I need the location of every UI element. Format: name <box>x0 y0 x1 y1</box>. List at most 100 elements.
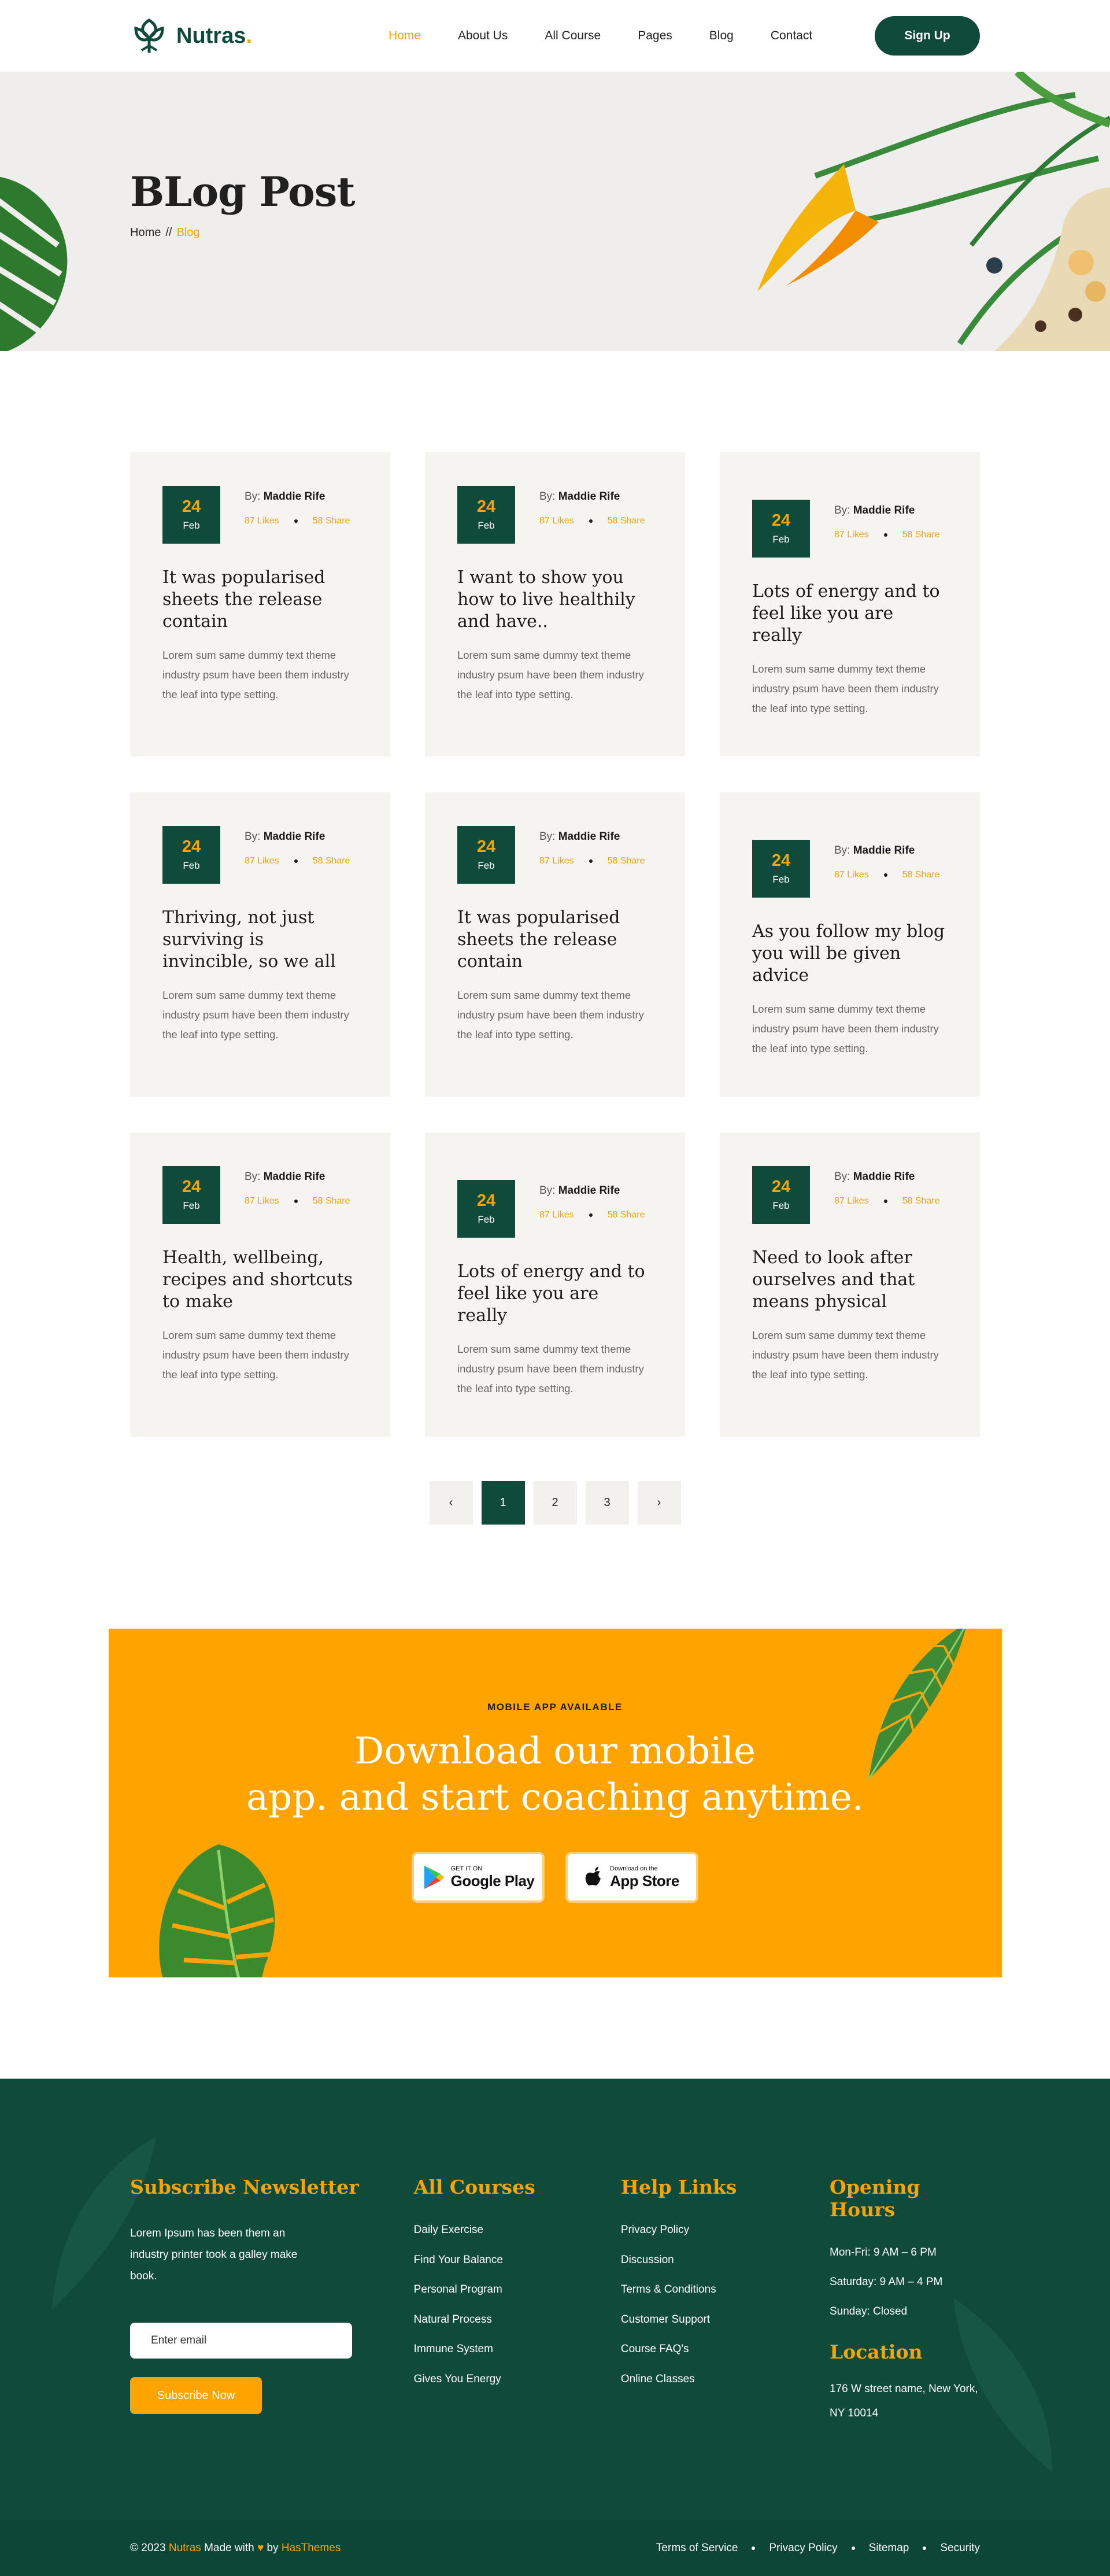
copyright-brand-link[interactable]: Nutras <box>169 2542 201 2554</box>
help-link[interactable]: Terms & Conditions <box>621 2283 830 2313</box>
post-title[interactable]: Thriving, not just surviving is invincib… <box>162 907 358 973</box>
author-name[interactable]: Maddie Rife <box>558 1184 620 1197</box>
author-name[interactable]: Maddie Rife <box>558 831 620 843</box>
blog-card[interactable]: 24 Feb By: Maddie Rife 87 Likes 58 Share H… <box>130 1132 390 1437</box>
course-link[interactable]: Daily Exercise <box>414 2224 621 2254</box>
apple-icon <box>585 1867 601 1885</box>
author-name[interactable]: Maddie Rife <box>853 504 915 516</box>
copyright: © 2023 Nutras Made with ♥ by HasThemes <box>130 2542 341 2555</box>
sitemap-link[interactable]: Sitemap <box>869 2542 909 2555</box>
breadcrumb: Home // Blog <box>130 226 980 239</box>
post-title[interactable]: Health, wellbeing, recipes and shortcuts… <box>162 1247 358 1313</box>
date-day: 24 <box>182 837 201 856</box>
author-name[interactable]: Maddie Rife <box>264 490 325 503</box>
author-name[interactable]: Maddie Rife <box>853 844 915 857</box>
breadcrumb-current: Blog <box>176 226 200 239</box>
nav-all-course[interactable]: All Course <box>545 29 601 43</box>
date-month: Feb <box>772 533 790 545</box>
terms-link[interactable]: Terms of Service <box>656 2542 738 2555</box>
breadcrumb-home[interactable]: Home <box>130 226 161 239</box>
subscribe-button[interactable]: Subscribe Now <box>130 2377 262 2414</box>
security-link[interactable]: Security <box>940 2542 980 2555</box>
post-title[interactable]: Lots of energy and to feel like you are … <box>457 1261 653 1327</box>
date-month: Feb <box>183 1200 200 1211</box>
course-link[interactable]: Personal Program <box>414 2283 621 2313</box>
course-link[interactable]: Find Your Balance <box>414 2254 621 2284</box>
likes-count: 87 Likes <box>834 870 869 880</box>
course-link[interactable]: Natural Process <box>414 2313 621 2344</box>
blog-card[interactable]: 24 Feb By: Maddie Rife 87 Likes 58 Share I… <box>425 792 685 1097</box>
blog-card[interactable]: 24 Feb By: Maddie Rife 87 Likes 58 Share A… <box>720 792 980 1097</box>
nav-blog[interactable]: Blog <box>709 29 734 43</box>
copyright-year: © 2023 <box>130 2542 166 2554</box>
author-line: By: Maddie Rife <box>245 490 350 503</box>
date-month: Feb <box>478 1213 495 1225</box>
course-link[interactable]: Gives You Energy <box>414 2373 621 2403</box>
nav-about-us[interactable]: About Us <box>458 29 508 43</box>
post-stats: 87 Likes 58 Share <box>539 516 645 526</box>
by-label: By: <box>834 1171 850 1183</box>
privacy-link[interactable]: Privacy Policy <box>769 2542 837 2555</box>
author-name[interactable]: Maddie Rife <box>264 1171 325 1183</box>
google-play-icon <box>424 1866 444 1889</box>
post-excerpt: Lorem sum same dummy text theme industry… <box>162 989 349 1040</box>
post-excerpt: Lorem sum same dummy text theme industry… <box>457 1343 644 1394</box>
post-title[interactable]: It was popularised sheets the release co… <box>457 907 653 973</box>
email-input[interactable]: Enter email <box>130 2323 352 2359</box>
heart-icon: ♥ <box>257 2542 264 2554</box>
author-name[interactable]: Maddie Rife <box>558 490 620 503</box>
share-count: 58 Share <box>312 516 350 526</box>
blog-card[interactable]: 24 Feb By: Maddie Rife 87 Likes 58 Share I… <box>425 452 685 756</box>
post-title[interactable]: It was popularised sheets the release co… <box>162 567 358 633</box>
nav-contact[interactable]: Contact <box>771 29 812 43</box>
help-link[interactable]: Discussion <box>621 2254 830 2284</box>
post-stats: 87 Likes 58 Share <box>539 856 645 866</box>
sign-up-button[interactable]: Sign Up <box>875 16 980 56</box>
prev-page-button[interactable]: ‹ <box>429 1481 473 1525</box>
date-month: Feb <box>772 873 790 885</box>
next-page-button[interactable]: › <box>637 1481 681 1525</box>
author-name[interactable]: Maddie Rife <box>264 831 325 843</box>
date-day: 24 <box>182 1177 201 1196</box>
nav-pages[interactable]: Pages <box>638 29 672 43</box>
nav-home[interactable]: Home <box>388 29 421 43</box>
pagination: ‹ 1 2 3 › <box>130 1481 980 1525</box>
courses-title: All Courses <box>413 2176 535 2198</box>
help-link[interactable]: Online Classes <box>621 2373 830 2403</box>
post-stats: 87 Likes 58 Share <box>245 1196 350 1206</box>
help-link[interactable]: Privacy Policy <box>621 2224 830 2254</box>
date-badge: 24 Feb <box>752 500 810 558</box>
post-title[interactable]: I want to show you how to live healthily… <box>457 567 653 633</box>
page-2-button[interactable]: 2 <box>533 1481 577 1525</box>
help-link[interactable]: Customer Support <box>621 2313 830 2344</box>
bullet-separator <box>294 859 298 863</box>
blog-card[interactable]: 24 Feb By: Maddie Rife 87 Likes 58 Share T… <box>130 792 390 1097</box>
google-play-button[interactable]: GET IT ON Google Play <box>412 1852 545 1903</box>
blog-card[interactable]: 24 Feb By: Maddie Rife 87 Likes 58 Share L… <box>425 1132 685 1437</box>
app-store-label: App Store <box>610 1872 679 1889</box>
card-meta: 24 Feb By: Maddie Rife 87 Likes 58 Share <box>752 840 948 898</box>
share-count: 58 Share <box>607 516 645 526</box>
bullet-separator <box>589 519 593 523</box>
post-title[interactable]: As you follow my blog you will be given … <box>752 921 948 987</box>
author-line: By: Maddie Rife <box>539 831 645 843</box>
post-stats: 87 Likes 58 Share <box>245 856 350 866</box>
app-store-button[interactable]: Download on the App Store <box>565 1852 698 1903</box>
post-title[interactable]: Lots of energy and to feel like you are … <box>752 581 948 647</box>
help-title: Help Links <box>620 2176 737 2198</box>
footer-bottom-bar: © 2023 Nutras Made with ♥ by HasThemes T… <box>0 2520 1110 2576</box>
help-link[interactable]: Course FAQ's <box>621 2343 830 2373</box>
course-link[interactable]: Immune System <box>414 2343 621 2373</box>
author-line: By: Maddie Rife <box>834 504 940 517</box>
blog-card[interactable]: 24 Feb By: Maddie Rife 87 Likes 58 Share I… <box>130 452 390 756</box>
page-1-button[interactable]: 1 <box>481 1481 525 1525</box>
brand-logo[interactable]: Nutras. <box>130 17 252 55</box>
blog-card[interactable]: 24 Feb By: Maddie Rife 87 Likes 58 Share N… <box>720 1132 980 1437</box>
post-title[interactable]: Need to look after ourselves and that me… <box>752 1247 948 1313</box>
copyright-author-link[interactable]: HasThemes <box>282 2542 341 2554</box>
author-name[interactable]: Maddie Rife <box>853 1171 915 1183</box>
page-3-button[interactable]: 3 <box>585 1481 629 1525</box>
blog-card[interactable]: 24 Feb By: Maddie Rife 87 Likes 58 Share L… <box>720 452 980 756</box>
share-count: 58 Share <box>902 870 940 880</box>
author-line: By: Maddie Rife <box>245 831 350 843</box>
